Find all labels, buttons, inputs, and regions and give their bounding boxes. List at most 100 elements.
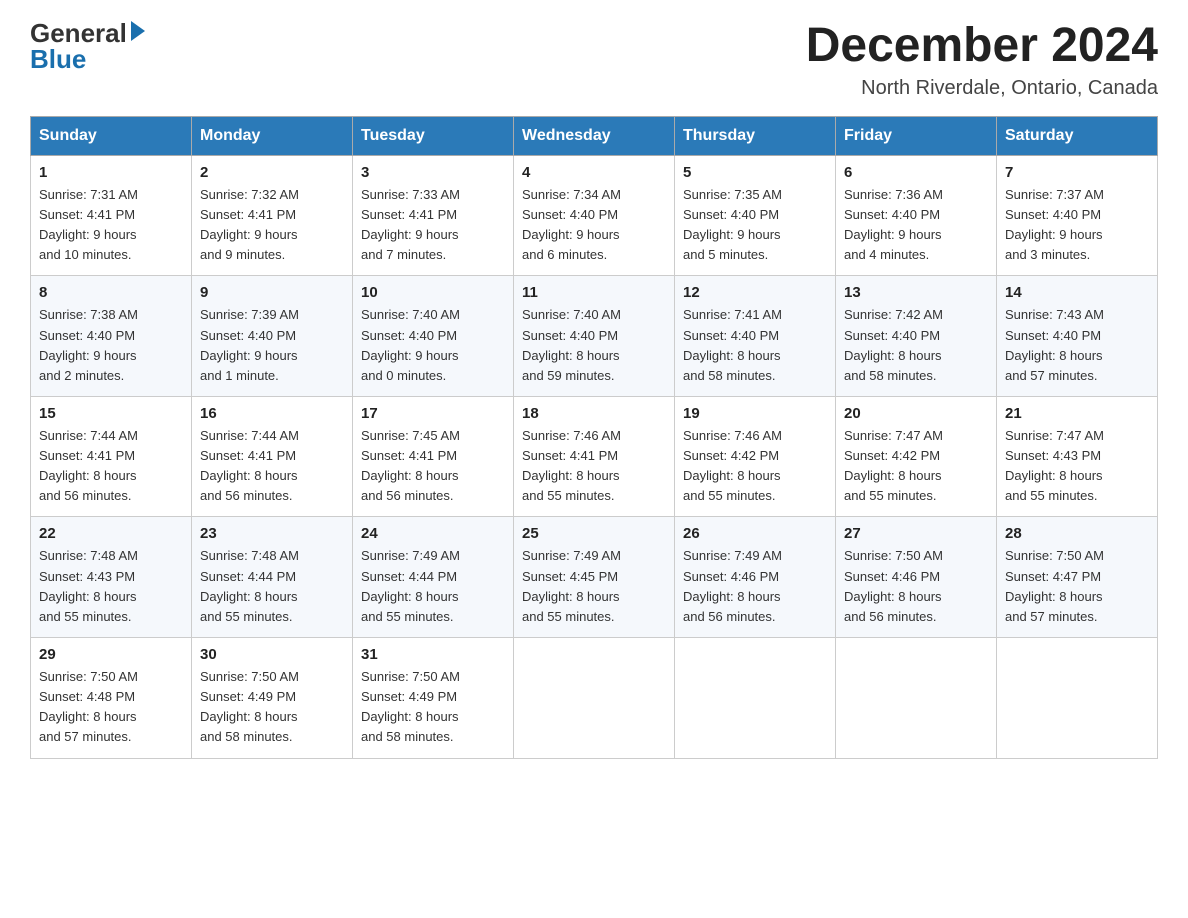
- calendar-day-cell: 21 Sunrise: 7:47 AMSunset: 4:43 PMDaylig…: [997, 396, 1158, 517]
- day-info: Sunrise: 7:37 AMSunset: 4:40 PMDaylight:…: [1005, 187, 1104, 262]
- calendar-day-cell: 19 Sunrise: 7:46 AMSunset: 4:42 PMDaylig…: [675, 396, 836, 517]
- day-info: Sunrise: 7:47 AMSunset: 4:42 PMDaylight:…: [844, 428, 943, 503]
- day-number: 22: [39, 525, 183, 542]
- day-info: Sunrise: 7:35 AMSunset: 4:40 PMDaylight:…: [683, 187, 782, 262]
- calendar-table: SundayMondayTuesdayWednesdayThursdayFrid…: [30, 116, 1158, 759]
- day-info: Sunrise: 7:48 AMSunset: 4:44 PMDaylight:…: [200, 548, 299, 623]
- day-number: 25: [522, 525, 666, 542]
- location-title: North Riverdale, Ontario, Canada: [806, 77, 1158, 100]
- calendar-week-row: 1 Sunrise: 7:31 AMSunset: 4:41 PMDayligh…: [31, 155, 1158, 276]
- day-info: Sunrise: 7:46 AMSunset: 4:42 PMDaylight:…: [683, 428, 782, 503]
- calendar-day-cell: 29 Sunrise: 7:50 AMSunset: 4:48 PMDaylig…: [31, 638, 192, 759]
- logo: General Blue: [30, 20, 145, 72]
- calendar-body: 1 Sunrise: 7:31 AMSunset: 4:41 PMDayligh…: [31, 155, 1158, 758]
- calendar-day-cell: 2 Sunrise: 7:32 AMSunset: 4:41 PMDayligh…: [192, 155, 353, 276]
- calendar-day-cell: 28 Sunrise: 7:50 AMSunset: 4:47 PMDaylig…: [997, 517, 1158, 638]
- day-number: 9: [200, 284, 344, 301]
- calendar-day-cell: 26 Sunrise: 7:49 AMSunset: 4:46 PMDaylig…: [675, 517, 836, 638]
- day-number: 17: [361, 405, 505, 422]
- calendar-day-cell: 9 Sunrise: 7:39 AMSunset: 4:40 PMDayligh…: [192, 276, 353, 397]
- day-info: Sunrise: 7:40 AMSunset: 4:40 PMDaylight:…: [522, 307, 621, 382]
- day-info: Sunrise: 7:47 AMSunset: 4:43 PMDaylight:…: [1005, 428, 1104, 503]
- day-info: Sunrise: 7:43 AMSunset: 4:40 PMDaylight:…: [1005, 307, 1104, 382]
- day-info: Sunrise: 7:44 AMSunset: 4:41 PMDaylight:…: [39, 428, 138, 503]
- calendar-day-cell: 8 Sunrise: 7:38 AMSunset: 4:40 PMDayligh…: [31, 276, 192, 397]
- day-number: 13: [844, 284, 988, 301]
- day-info: Sunrise: 7:31 AMSunset: 4:41 PMDaylight:…: [39, 187, 138, 262]
- weekday-header-cell: Thursday: [675, 116, 836, 155]
- day-info: Sunrise: 7:44 AMSunset: 4:41 PMDaylight:…: [200, 428, 299, 503]
- weekday-header-cell: Saturday: [997, 116, 1158, 155]
- calendar-day-cell: 27 Sunrise: 7:50 AMSunset: 4:46 PMDaylig…: [836, 517, 997, 638]
- day-number: 10: [361, 284, 505, 301]
- calendar-day-cell: 3 Sunrise: 7:33 AMSunset: 4:41 PMDayligh…: [353, 155, 514, 276]
- day-number: 1: [39, 164, 183, 181]
- day-number: 14: [1005, 284, 1149, 301]
- calendar-day-cell: [997, 638, 1158, 759]
- title-area: December 2024 North Riverdale, Ontario, …: [806, 20, 1158, 100]
- day-number: 31: [361, 646, 505, 663]
- calendar-day-cell: 25 Sunrise: 7:49 AMSunset: 4:45 PMDaylig…: [514, 517, 675, 638]
- day-number: 12: [683, 284, 827, 301]
- calendar-week-row: 8 Sunrise: 7:38 AMSunset: 4:40 PMDayligh…: [31, 276, 1158, 397]
- day-info: Sunrise: 7:33 AMSunset: 4:41 PMDaylight:…: [361, 187, 460, 262]
- day-info: Sunrise: 7:34 AMSunset: 4:40 PMDaylight:…: [522, 187, 621, 262]
- day-number: 21: [1005, 405, 1149, 422]
- day-number: 23: [200, 525, 344, 542]
- calendar-week-row: 22 Sunrise: 7:48 AMSunset: 4:43 PMDaylig…: [31, 517, 1158, 638]
- day-info: Sunrise: 7:49 AMSunset: 4:44 PMDaylight:…: [361, 548, 460, 623]
- calendar-day-cell: 24 Sunrise: 7:49 AMSunset: 4:44 PMDaylig…: [353, 517, 514, 638]
- day-number: 6: [844, 164, 988, 181]
- day-info: Sunrise: 7:49 AMSunset: 4:46 PMDaylight:…: [683, 548, 782, 623]
- day-info: Sunrise: 7:48 AMSunset: 4:43 PMDaylight:…: [39, 548, 138, 623]
- calendar-day-cell: 20 Sunrise: 7:47 AMSunset: 4:42 PMDaylig…: [836, 396, 997, 517]
- day-info: Sunrise: 7:32 AMSunset: 4:41 PMDaylight:…: [200, 187, 299, 262]
- day-info: Sunrise: 7:36 AMSunset: 4:40 PMDaylight:…: [844, 187, 943, 262]
- day-number: 15: [39, 405, 183, 422]
- calendar-week-row: 15 Sunrise: 7:44 AMSunset: 4:41 PMDaylig…: [31, 396, 1158, 517]
- logo-general-text: General: [30, 20, 127, 46]
- day-number: 24: [361, 525, 505, 542]
- calendar-day-cell: [675, 638, 836, 759]
- weekday-header-cell: Friday: [836, 116, 997, 155]
- day-number: 18: [522, 405, 666, 422]
- calendar-day-cell: [514, 638, 675, 759]
- day-info: Sunrise: 7:50 AMSunset: 4:49 PMDaylight:…: [361, 669, 460, 744]
- day-info: Sunrise: 7:42 AMSunset: 4:40 PMDaylight:…: [844, 307, 943, 382]
- day-number: 28: [1005, 525, 1149, 542]
- calendar-day-cell: 30 Sunrise: 7:50 AMSunset: 4:49 PMDaylig…: [192, 638, 353, 759]
- day-number: 27: [844, 525, 988, 542]
- day-info: Sunrise: 7:39 AMSunset: 4:40 PMDaylight:…: [200, 307, 299, 382]
- calendar-day-cell: 4 Sunrise: 7:34 AMSunset: 4:40 PMDayligh…: [514, 155, 675, 276]
- calendar-day-cell: 6 Sunrise: 7:36 AMSunset: 4:40 PMDayligh…: [836, 155, 997, 276]
- day-info: Sunrise: 7:49 AMSunset: 4:45 PMDaylight:…: [522, 548, 621, 623]
- logo-blue-text: Blue: [30, 46, 86, 72]
- month-title: December 2024: [806, 20, 1158, 73]
- calendar-day-cell: 18 Sunrise: 7:46 AMSunset: 4:41 PMDaylig…: [514, 396, 675, 517]
- weekday-header-row: SundayMondayTuesdayWednesdayThursdayFrid…: [31, 116, 1158, 155]
- day-number: 11: [522, 284, 666, 301]
- day-info: Sunrise: 7:41 AMSunset: 4:40 PMDaylight:…: [683, 307, 782, 382]
- day-info: Sunrise: 7:38 AMSunset: 4:40 PMDaylight:…: [39, 307, 138, 382]
- calendar-day-cell: 13 Sunrise: 7:42 AMSunset: 4:40 PMDaylig…: [836, 276, 997, 397]
- day-info: Sunrise: 7:50 AMSunset: 4:47 PMDaylight:…: [1005, 548, 1104, 623]
- calendar-day-cell: 1 Sunrise: 7:31 AMSunset: 4:41 PMDayligh…: [31, 155, 192, 276]
- calendar-day-cell: 10 Sunrise: 7:40 AMSunset: 4:40 PMDaylig…: [353, 276, 514, 397]
- day-number: 30: [200, 646, 344, 663]
- calendar-day-cell: 15 Sunrise: 7:44 AMSunset: 4:41 PMDaylig…: [31, 396, 192, 517]
- day-info: Sunrise: 7:46 AMSunset: 4:41 PMDaylight:…: [522, 428, 621, 503]
- day-number: 7: [1005, 164, 1149, 181]
- day-info: Sunrise: 7:45 AMSunset: 4:41 PMDaylight:…: [361, 428, 460, 503]
- day-info: Sunrise: 7:50 AMSunset: 4:49 PMDaylight:…: [200, 669, 299, 744]
- calendar-day-cell: 14 Sunrise: 7:43 AMSunset: 4:40 PMDaylig…: [997, 276, 1158, 397]
- day-number: 2: [200, 164, 344, 181]
- calendar-day-cell: 31 Sunrise: 7:50 AMSunset: 4:49 PMDaylig…: [353, 638, 514, 759]
- day-number: 29: [39, 646, 183, 663]
- logo-arrow-icon: [131, 21, 145, 41]
- day-number: 3: [361, 164, 505, 181]
- weekday-header-cell: Wednesday: [514, 116, 675, 155]
- calendar-day-cell: 22 Sunrise: 7:48 AMSunset: 4:43 PMDaylig…: [31, 517, 192, 638]
- calendar-day-cell: 5 Sunrise: 7:35 AMSunset: 4:40 PMDayligh…: [675, 155, 836, 276]
- day-number: 16: [200, 405, 344, 422]
- day-number: 20: [844, 405, 988, 422]
